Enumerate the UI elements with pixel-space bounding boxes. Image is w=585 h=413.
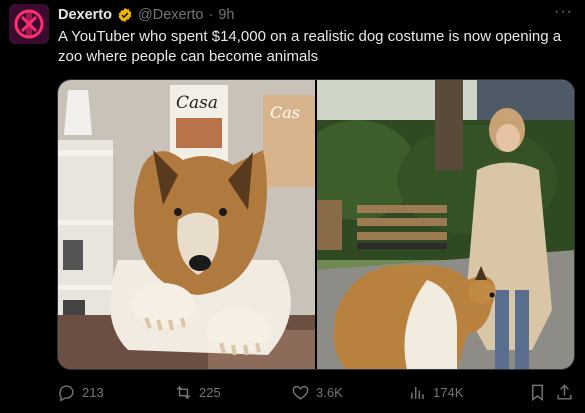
- repost-button[interactable]: 225: [174, 383, 221, 402]
- repost-count: 225: [199, 385, 221, 400]
- bookmark-icon: [528, 383, 547, 402]
- tweet-actions: 213 225 3.6K 174K: [57, 383, 575, 405]
- analytics-icon: [408, 383, 427, 402]
- media-grid[interactable]: Casa Cas: [57, 79, 575, 370]
- magazine-title: Casa: [176, 93, 218, 113]
- view-count: 174K: [433, 385, 464, 400]
- reply-button[interactable]: 213: [57, 383, 104, 402]
- heart-icon: [291, 383, 310, 402]
- tweet-text: A YouTuber who spent $14,000 on a realis…: [58, 28, 562, 65]
- separator-dot: ·: [208, 7, 214, 23]
- author-name[interactable]: Dexerto: [58, 7, 112, 23]
- share-icon: [555, 383, 574, 402]
- repost-icon: [174, 383, 193, 402]
- dog-walk-photo[interactable]: [317, 80, 574, 369]
- dog-costume-photo[interactable]: Casa Cas: [58, 80, 315, 369]
- tweet-timestamp[interactable]: 9h: [218, 7, 234, 23]
- verified-badge-icon: [117, 7, 133, 23]
- bookmark-button[interactable]: [528, 383, 547, 402]
- tweet-header: Dexerto @Dexerto · 9h: [58, 6, 234, 24]
- magazine-title-2: Cas: [270, 103, 300, 122]
- author-handle[interactable]: @Dexerto: [138, 7, 204, 23]
- avatar[interactable]: [9, 4, 49, 44]
- reply-count: 213: [82, 385, 104, 400]
- dexerto-logo-icon: [9, 4, 49, 44]
- like-count: 3.6K: [316, 385, 343, 400]
- views-button[interactable]: 174K: [408, 383, 463, 402]
- share-button[interactable]: [555, 383, 574, 402]
- more-options-icon[interactable]: ···: [554, 4, 573, 20]
- reply-icon: [57, 383, 76, 402]
- like-button[interactable]: 3.6K: [291, 383, 343, 402]
